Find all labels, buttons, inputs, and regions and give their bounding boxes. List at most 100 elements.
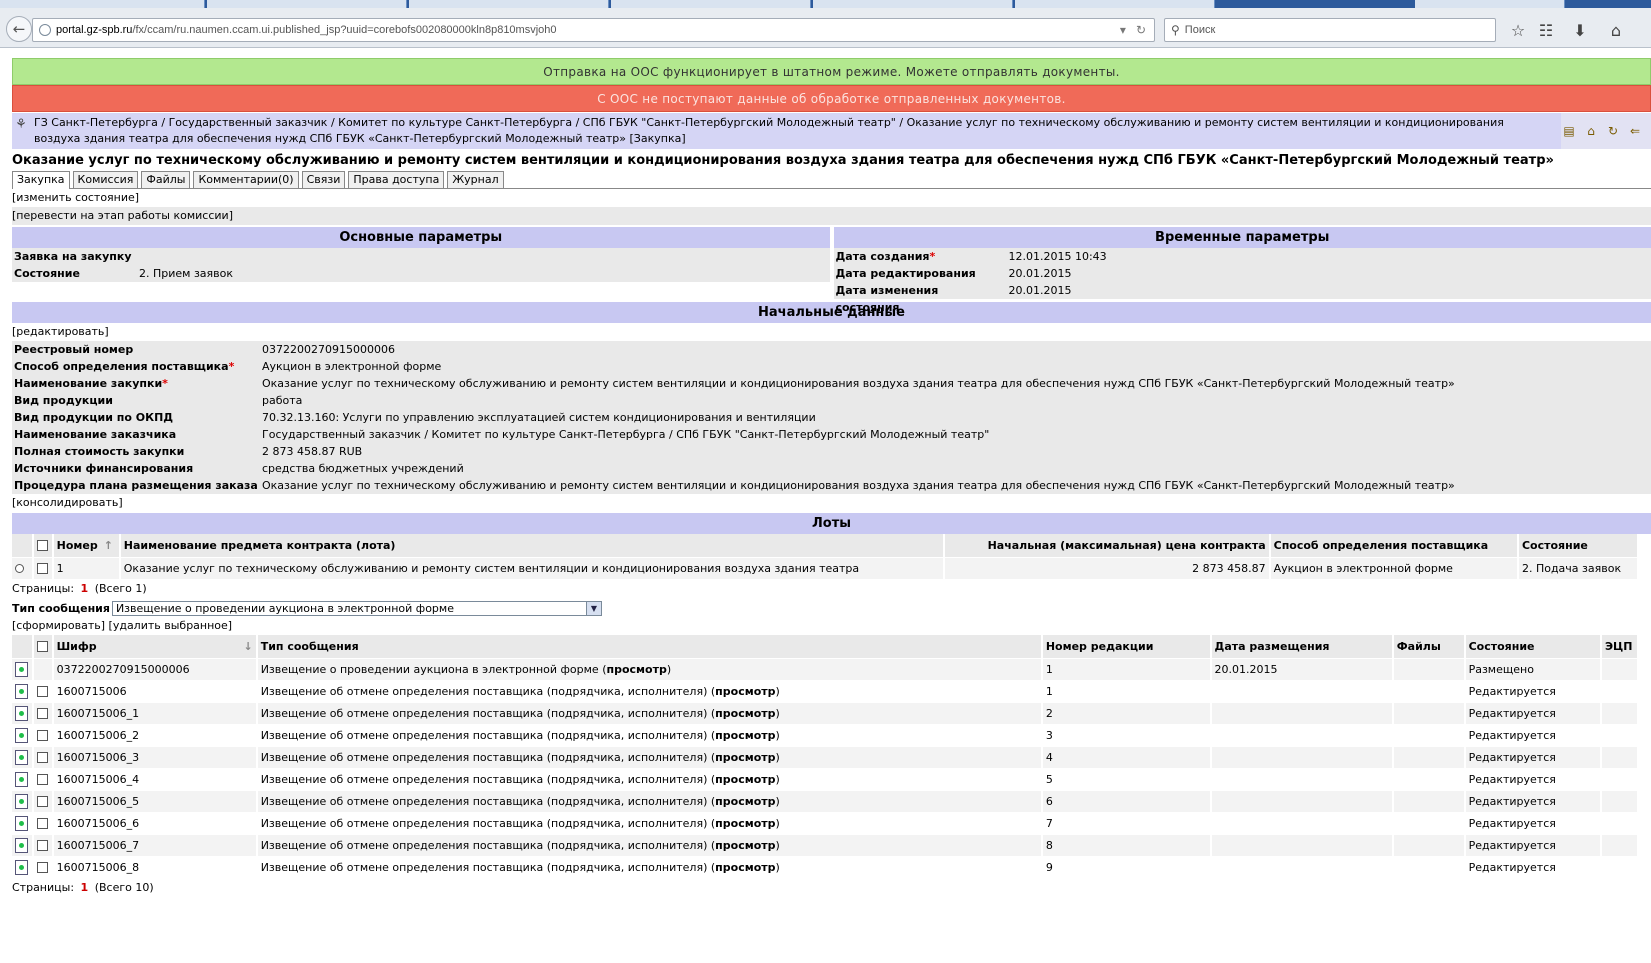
browser-tab[interactable] bbox=[611, 0, 811, 8]
select-all-checkbox[interactable] bbox=[36, 540, 48, 552]
pager-current-page[interactable]: 1 bbox=[81, 881, 89, 894]
message-checkbox[interactable] bbox=[36, 818, 48, 829]
param-value: 2 873 458.87 RUB bbox=[259, 443, 1651, 460]
message-code: 1600715006_2 bbox=[52, 723, 258, 746]
search-input[interactable]: ⚲ Поиск bbox=[1164, 18, 1496, 42]
url-bar[interactable]: portal.gz-spb.ru /fx/ccam/ru.naumen.ccam… bbox=[32, 18, 1155, 42]
tab-0[interactable]: Закупка bbox=[12, 171, 70, 189]
message-code: 1600715006_5 bbox=[52, 789, 258, 812]
document-icon[interactable] bbox=[15, 727, 28, 743]
message-row[interactable]: 1600715006_2 Извещение об отмене определе… bbox=[12, 723, 1640, 746]
message-type-text: Извещение об отмене определения поставщи… bbox=[260, 838, 708, 852]
home-icon[interactable]: ⌂ bbox=[1583, 123, 1599, 139]
generate-link[interactable]: [сформировать] bbox=[12, 619, 105, 632]
browser-tab[interactable] bbox=[813, 0, 1013, 8]
view-link[interactable]: просмотр bbox=[715, 795, 775, 808]
view-link[interactable]: просмотр bbox=[715, 817, 775, 830]
message-type-text: Извещение об отмене определения поставщи… bbox=[260, 772, 708, 786]
tab-2[interactable]: Файлы bbox=[141, 171, 191, 188]
message-files bbox=[1392, 657, 1466, 680]
change-state-link[interactable]: [изменить состояние] bbox=[12, 189, 1651, 207]
message-row[interactable]: 1600715006_5 Извещение об отмене определе… bbox=[12, 789, 1640, 812]
browser-tab[interactable] bbox=[207, 0, 407, 8]
message-checkbox[interactable] bbox=[36, 708, 48, 719]
tab-4[interactable]: Связи bbox=[301, 171, 346, 188]
download-icon[interactable]: ⬇ bbox=[1570, 21, 1590, 41]
lots-title: Лоты bbox=[12, 512, 1651, 534]
view-link[interactable]: просмотр bbox=[715, 729, 775, 742]
home-icon[interactable]: ⌂ bbox=[1606, 21, 1626, 41]
document-icon[interactable] bbox=[15, 771, 28, 787]
view-link[interactable]: просмотр bbox=[715, 839, 775, 852]
document-icon[interactable] bbox=[15, 859, 28, 875]
view-link[interactable]: просмотр bbox=[715, 751, 775, 764]
browser-tab[interactable] bbox=[0, 0, 205, 8]
message-signature bbox=[1600, 701, 1640, 724]
message-row[interactable]: 1600715006_4 Извещение об отмене определе… bbox=[12, 767, 1640, 790]
document-icon[interactable] bbox=[15, 705, 28, 721]
bookmarks-list-icon[interactable]: ☷ bbox=[1536, 21, 1556, 41]
pager-current-page[interactable]: 1 bbox=[81, 582, 89, 595]
back-arrow-icon[interactable]: ⇐ bbox=[1627, 123, 1643, 139]
tab-1[interactable]: Комиссия bbox=[72, 171, 139, 188]
browser-tab[interactable] bbox=[1415, 0, 1565, 8]
tab-3[interactable]: Комментарии(0) bbox=[193, 171, 299, 188]
lots-header-1[interactable]: Наименование предмета контракта (лота) bbox=[119, 534, 946, 557]
message-row[interactable]: 1600715006_6 Извещение об отмене определе… bbox=[12, 811, 1640, 834]
select-all-checkbox[interactable] bbox=[36, 641, 48, 653]
message-checkbox[interactable] bbox=[36, 840, 48, 851]
message-checkbox[interactable] bbox=[36, 774, 48, 785]
view-link[interactable]: просмотр bbox=[607, 663, 667, 676]
message-type-select[interactable]: Извещение о проведении аукциона в электр… bbox=[111, 600, 602, 616]
tab-5[interactable]: Права доступа bbox=[348, 171, 445, 188]
message-checkbox[interactable] bbox=[36, 796, 48, 807]
message-checkbox[interactable] bbox=[36, 752, 48, 763]
search-icon: ⚲ bbox=[1171, 23, 1180, 37]
bookmark-star-icon[interactable]: ☆ bbox=[1508, 21, 1528, 41]
message-row[interactable]: 1600715006_3 Извещение об отмене определе… bbox=[12, 745, 1640, 768]
message-row[interactable]: 0372200270915000006 Извещение о проведени… bbox=[12, 657, 1640, 680]
dropdown-arrow-icon[interactable]: ▾ bbox=[1120, 23, 1126, 37]
breadcrumb-text[interactable]: ГЗ Санкт-Петербурга / Государственный за… bbox=[34, 116, 1504, 145]
browser-tab[interactable] bbox=[409, 0, 609, 8]
message-row[interactable]: 1600715006 Извещение об отмене определени… bbox=[12, 679, 1640, 702]
folder-icon[interactable]: ▤ bbox=[1561, 123, 1577, 139]
view-link[interactable]: просмотр bbox=[715, 707, 775, 720]
view-link[interactable]: просмотр bbox=[715, 685, 775, 698]
back-icon[interactable]: ← bbox=[6, 16, 32, 42]
message-row[interactable]: 1600715006_1 Извещение об отмене определе… bbox=[12, 701, 1640, 724]
message-icon-cell bbox=[12, 767, 34, 790]
view-link[interactable]: просмотр bbox=[715, 773, 775, 786]
document-icon[interactable] bbox=[15, 661, 28, 677]
document-icon[interactable] bbox=[15, 749, 28, 765]
consolidate-link[interactable]: [консолидировать] bbox=[12, 494, 1651, 512]
sort-asc-icon[interactable]: ↑ bbox=[104, 539, 113, 552]
sort-desc-icon[interactable]: ↓ bbox=[243, 640, 252, 653]
message-checkbox[interactable] bbox=[36, 862, 48, 874]
document-icon[interactable] bbox=[15, 837, 28, 853]
message-revision: 9 bbox=[1041, 855, 1212, 878]
message-row[interactable]: 1600715006_8 Извещение об отмене определе… bbox=[12, 855, 1640, 878]
lots-header-label: Наименование предмета контракта (лота) bbox=[123, 538, 396, 552]
edit-link[interactable]: [редактировать] bbox=[12, 323, 1651, 341]
document-icon[interactable] bbox=[15, 793, 28, 809]
message-checkbox-cell bbox=[32, 855, 54, 878]
refresh-icon[interactable]: ↻ bbox=[1605, 123, 1621, 139]
document-icon[interactable] bbox=[15, 815, 28, 831]
lot-radio[interactable] bbox=[15, 564, 24, 574]
lot-checkbox[interactable] bbox=[36, 563, 48, 575]
browser-tab[interactable] bbox=[1015, 0, 1215, 8]
delete-selected-link[interactable]: [удалить выбранное] bbox=[109, 619, 233, 632]
message-checkbox[interactable] bbox=[36, 730, 48, 741]
lots-header-0[interactable]: Номер ↑ bbox=[52, 534, 121, 557]
chevron-down-icon[interactable]: ▼ bbox=[585, 601, 601, 615]
lot-row[interactable]: 1 Оказание услуг по техническому обслужив… bbox=[12, 556, 1640, 579]
document-icon[interactable] bbox=[15, 683, 28, 699]
view-link[interactable]: просмотр bbox=[715, 861, 775, 874]
to-commission-link[interactable]: [перевести на этап работы комиссии] bbox=[12, 207, 1651, 225]
messages-header-0[interactable]: Шифр ↓ bbox=[52, 635, 258, 658]
tab-6[interactable]: Журнал bbox=[447, 171, 504, 188]
reload-icon[interactable]: ↻ bbox=[1136, 23, 1146, 37]
message-checkbox[interactable] bbox=[36, 686, 48, 697]
message-row[interactable]: 1600715006_7 Извещение об отмене определе… bbox=[12, 833, 1640, 856]
